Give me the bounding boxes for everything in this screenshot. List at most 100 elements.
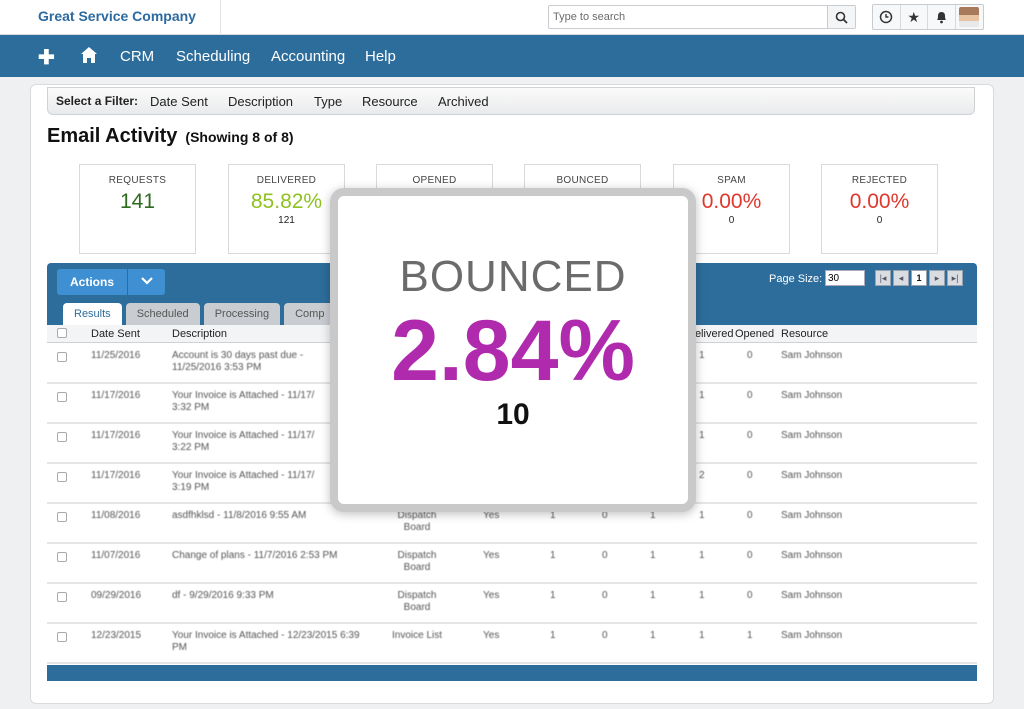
main-nav: ✚ CRM Scheduling Accounting Help [0, 35, 1024, 77]
tab-processing[interactable]: Processing [203, 303, 281, 325]
filter-resource[interactable]: Resource [362, 94, 418, 109]
col-description[interactable]: Description [172, 328, 227, 340]
cell-sent: Yes [483, 590, 500, 601]
select-all-checkbox[interactable] [57, 328, 67, 338]
grid-tabs: Results Scheduled Processing Comp [63, 303, 336, 325]
cell-count: 1 [650, 590, 656, 601]
col-date-sent[interactable]: Date Sent [91, 328, 140, 340]
page-title: Email Activity (Showing 8 of 8) [47, 125, 294, 148]
cell-type: Invoice List [391, 630, 443, 641]
divider [220, 0, 221, 35]
prev-page-icon[interactable]: ◂ [893, 270, 909, 286]
cell-resource: Sam Johnson [781, 430, 843, 441]
nav-item-scheduling[interactable]: Scheduling [176, 48, 250, 65]
cell-count: 0 [602, 550, 608, 561]
cell-description: Your Invoice is Attached - 11/17/ 3:19 P… [172, 470, 315, 493]
cell-opened: 0 [747, 590, 753, 601]
header-icon-group: ★ [872, 4, 984, 30]
cell-resource: Sam Johnson [781, 590, 843, 601]
cell-opened: 0 [747, 390, 753, 401]
last-page-icon[interactable]: ▸| [947, 270, 963, 286]
cell-delivered: 1 [699, 590, 705, 601]
current-page[interactable]: 1 [911, 270, 927, 286]
filter-bar: Select a Filter: Date Sent Description T… [47, 87, 975, 115]
page-size-label: Page Size: [769, 273, 823, 285]
search-icon [835, 11, 848, 24]
pager: |◂ ◂ 1 ▸ ▸| [875, 270, 963, 286]
home-icon[interactable] [80, 46, 98, 70]
filter-archived[interactable]: Archived [438, 94, 489, 109]
plus-icon[interactable]: ✚ [38, 45, 55, 70]
page-title-text: Email Activity [47, 125, 178, 147]
filter-date-sent[interactable]: Date Sent [150, 94, 208, 109]
stat-value: 0.00% [849, 190, 910, 213]
search-input[interactable] [551, 8, 823, 26]
row-checkbox[interactable] [57, 432, 67, 442]
tab-results[interactable]: Results [63, 303, 122, 325]
cell-description: asdfhklsd - 11/8/2016 9:55 AM [172, 510, 307, 521]
stat-count: 0 [876, 215, 883, 226]
search-button[interactable] [827, 6, 855, 28]
cell-count: 0 [602, 630, 608, 641]
cell-description: Your Invoice is Attached - 11/17/ 3:32 P… [172, 390, 315, 413]
cell-opened: 0 [747, 550, 753, 561]
brand-name[interactable]: Great Service Company [38, 8, 196, 24]
actions-label: Actions [69, 275, 114, 289]
cell-opened: 0 [747, 470, 753, 481]
stat-count: 121 [278, 215, 295, 226]
row-checkbox[interactable] [57, 632, 67, 642]
page-size-input[interactable] [825, 270, 865, 286]
cell-count: 0 [602, 590, 608, 601]
next-page-icon[interactable]: ▸ [929, 270, 945, 286]
tab-completed[interactable]: Comp [284, 303, 336, 325]
cell-description: Your Invoice is Attached - 11/17/ 3:22 P… [172, 430, 315, 453]
stat-card-rejected: REJECTED 0.00% 0 [821, 164, 938, 254]
stat-label: SPAM [717, 175, 746, 186]
bell-icon[interactable] [928, 5, 956, 29]
row-checkbox[interactable] [57, 592, 67, 602]
col-resource[interactable]: Resource [781, 328, 828, 340]
cell-description: Your Invoice is Attached - 12/23/2015 6:… [172, 630, 360, 653]
row-checkbox[interactable] [57, 392, 67, 402]
stat-value: 85.82% [250, 190, 323, 213]
nav-item-accounting[interactable]: Accounting [271, 48, 345, 65]
cell-count: 1 [550, 550, 556, 561]
chevron-down-icon[interactable] [127, 269, 165, 295]
row-checkbox[interactable] [57, 472, 67, 482]
cell-date: 09/29/2016 [91, 590, 142, 601]
cell-delivered: 1 [699, 550, 705, 561]
user-avatar-button[interactable] [956, 5, 983, 29]
tab-scheduled[interactable]: Scheduled [125, 303, 200, 325]
nav-item-help[interactable]: Help [365, 48, 396, 65]
cell-resource: Sam Johnson [781, 470, 843, 481]
cell-opened: 1 [747, 630, 753, 641]
row-checkbox[interactable] [57, 552, 67, 562]
table-row[interactable]: 09/29/2016 df - 9/29/2016 9:33 PM Dispat… [47, 584, 977, 624]
cell-type: Dispatch Board [397, 550, 437, 573]
row-checkbox[interactable] [57, 512, 67, 522]
cell-resource: Sam Johnson [781, 390, 843, 401]
filter-type[interactable]: Type [314, 94, 342, 109]
table-row[interactable]: 11/07/2016 Change of plans - 11/7/2016 2… [47, 544, 977, 584]
cell-description: df - 9/29/2016 9:33 PM [172, 590, 274, 601]
table-row[interactable]: 12/23/2015 Your Invoice is Attached - 12… [47, 624, 977, 664]
actions-button[interactable]: Actions [57, 269, 165, 295]
stat-label: REJECTED [851, 175, 908, 186]
nav-item-crm[interactable]: CRM [120, 48, 154, 65]
stat-label: DELIVERED [256, 175, 317, 186]
row-checkbox[interactable] [57, 352, 67, 362]
star-icon[interactable]: ★ [901, 5, 928, 29]
search-box [548, 5, 856, 29]
filter-description[interactable]: Description [228, 94, 293, 109]
cell-delivered: 1 [699, 510, 705, 521]
clock-icon[interactable] [873, 5, 901, 29]
cell-delivered: 1 [699, 430, 705, 441]
filter-label: Select a Filter: [56, 94, 139, 108]
cell-delivered: 1 [699, 350, 705, 361]
cell-description: Change of plans - 11/7/2016 2:53 PM [172, 550, 338, 561]
top-bar: Great Service Company ★ [0, 0, 1024, 35]
cell-count: 1 [650, 550, 656, 561]
first-page-icon[interactable]: |◂ [875, 270, 891, 286]
col-opened[interactable]: Opened [735, 328, 774, 340]
cell-date: 11/07/2016 [91, 550, 141, 561]
